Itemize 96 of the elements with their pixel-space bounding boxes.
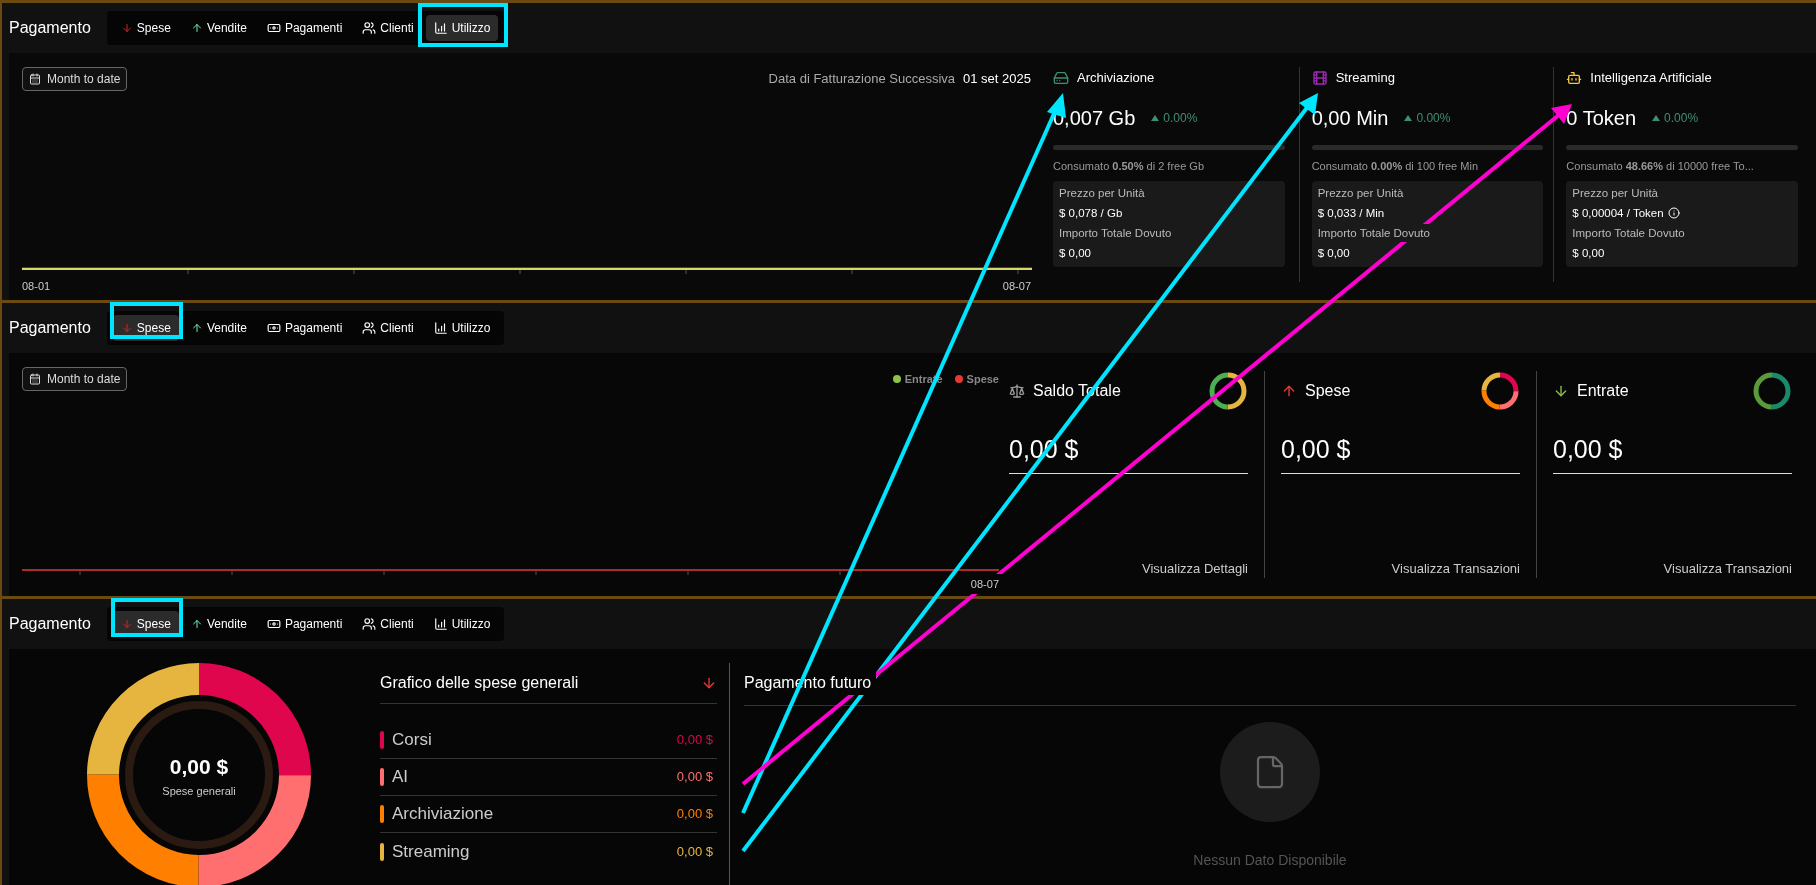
section-title: Grafico delle spese generali [380, 673, 579, 693]
tab[interactable]: Vendite [182, 15, 255, 41]
axis-label: 08-07 [970, 576, 999, 592]
category-name: Corsi [392, 729, 433, 752]
usage-text: Consumato 0.50% di 2 free Gb [1053, 159, 1206, 174]
ring-chart-icon [1480, 371, 1520, 411]
scale-icon [1009, 383, 1025, 399]
tab[interactable]: Utilizzo [425, 15, 499, 41]
users-icon [362, 617, 377, 631]
calendar-icon [29, 373, 41, 385]
arrow-down-icon [120, 322, 133, 334]
trend-value: 0.00% [1163, 110, 1198, 127]
billing-date-label: Data di Fatturazione Successiva [768, 70, 956, 89]
highlight-frame [111, 598, 183, 637]
tab[interactable]: Pagamenti [258, 611, 351, 637]
axis-label: 08-01 [22, 278, 51, 294]
trend-value: 0.00% [1416, 110, 1451, 127]
category-name: AI [392, 766, 410, 789]
details-link[interactable]: Visualizza Dettagli [1142, 558, 1248, 578]
page-title: Pagamento [9, 18, 91, 38]
ring-chart-icon [1208, 371, 1248, 411]
due-amount: $ 0,00 [1572, 246, 1606, 262]
triangle-up-icon [1652, 115, 1661, 121]
due-label: Importo Totale Dovuto [1059, 226, 1173, 241]
meter-title: Intelligenza Artificiale [1590, 69, 1712, 88]
film-icon [1311, 70, 1328, 86]
tab[interactable]: Pagamenti [258, 315, 351, 341]
robot-icon [1566, 70, 1583, 86]
price-label: Prezzo per Unità [1572, 185, 1659, 201]
meter-title: Archiviazione [1077, 69, 1155, 88]
donut-total: 0,00 $ [169, 754, 229, 780]
tab[interactable]: Clienti [354, 611, 422, 637]
triangle-up-icon [1404, 115, 1413, 121]
arrow-up-icon [190, 322, 203, 334]
date-range-button[interactable]: Month to date [22, 67, 128, 91]
billing-date: 01 set 2025 [963, 70, 1031, 89]
usage-text: Consumato 48.66% di 10000 free To... [1566, 159, 1755, 174]
due-label: Importo Totale Dovuto [1317, 226, 1431, 241]
page-title: Pagamento [9, 614, 91, 634]
unit-price: $ 0,078 / Gb [1059, 205, 1123, 221]
arrow-up-icon [190, 618, 203, 630]
tab[interactable]: Vendite [182, 611, 255, 637]
users-icon [362, 321, 377, 335]
bar-chart-icon [433, 321, 448, 335]
details-link[interactable]: Visualizza Transazioni [1391, 558, 1520, 578]
hard-drive-icon [1053, 70, 1069, 86]
empty-message: Nessun Dato Disponibile [1193, 851, 1347, 870]
due-label: Importo Totale Dovuto [1572, 226, 1686, 241]
category-name: Streaming [392, 840, 471, 863]
tab[interactable]: Utilizzo [425, 315, 499, 341]
tab[interactable]: Clienti [354, 15, 422, 41]
calendar-icon [29, 73, 41, 85]
meter-value: 0,00 Min [1311, 106, 1389, 131]
tab[interactable]: Clienti [354, 315, 422, 341]
legend-label: Spese [966, 371, 999, 387]
info-icon[interactable] [1667, 207, 1680, 220]
due-amount: $ 0,00 [1059, 246, 1092, 262]
banknote-icon [266, 321, 281, 335]
unit-price: $ 0,00004 / Token [1572, 205, 1664, 221]
due-amount: $ 0,00 [1317, 246, 1351, 262]
card-amount: 0,00 $ [1281, 431, 1520, 474]
card-title: Entrate [1577, 381, 1629, 401]
tab[interactable]: Spese [112, 15, 179, 41]
page-title: Pagamento [9, 318, 91, 338]
category-amount: 0,00 $ [676, 805, 713, 824]
ring-chart-icon [1752, 371, 1792, 411]
banknote-icon [266, 21, 281, 35]
tab[interactable]: Vendite [182, 315, 255, 341]
users-icon [362, 21, 377, 35]
trend-value: 0.00% [1664, 110, 1699, 127]
axis-label: 08-07 [1002, 278, 1031, 294]
price-label: Prezzo per Unità [1317, 185, 1405, 201]
donut-caption: Spese generali [162, 783, 236, 799]
bar-chart-icon [433, 21, 448, 35]
banknote-icon [266, 617, 281, 631]
meter-value: 0 Token [1566, 106, 1637, 131]
category-name: Archiviazione [392, 803, 495, 826]
price-label: Prezzo per Unità [1059, 185, 1146, 201]
unit-price: $ 0,033 / Min [1317, 205, 1385, 221]
tab[interactable]: Utilizzo [425, 611, 499, 637]
usage-text: Consumato 0.00% di 100 free Min [1311, 159, 1479, 174]
card-title: Spese [1305, 381, 1351, 401]
date-range-button[interactable]: Month to date [22, 367, 128, 391]
category-amount: 0,00 $ [676, 731, 713, 750]
card-amount: 0,00 $ [1553, 431, 1792, 474]
triangle-up-icon [1151, 115, 1160, 121]
details-link[interactable]: Visualizza Transazioni [1663, 558, 1792, 578]
arrow-up-icon [190, 22, 203, 34]
arrow-down-icon [120, 618, 133, 630]
meter-title: Streaming [1335, 69, 1395, 88]
arrow-down-icon [120, 22, 133, 34]
bar-chart-icon [433, 617, 448, 631]
arrow-down-icon [701, 675, 717, 691]
tab[interactable]: Pagamenti [258, 15, 351, 41]
category-amount: 0,00 $ [676, 768, 713, 787]
category-amount: 0,00 $ [676, 842, 713, 861]
